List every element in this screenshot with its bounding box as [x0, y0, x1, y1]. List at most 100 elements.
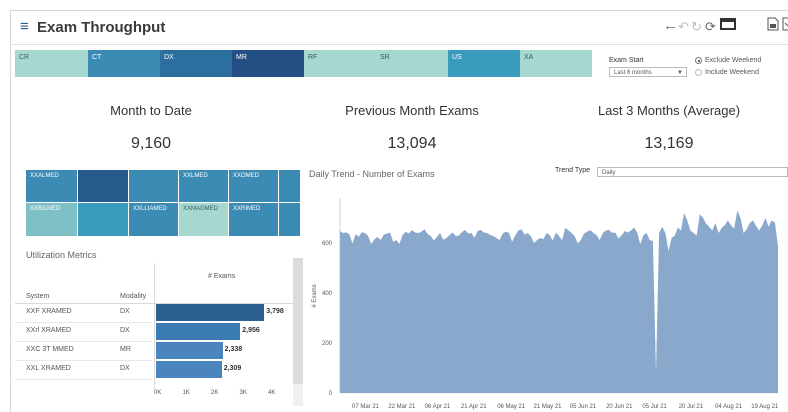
scrollbar-thumb[interactable] — [293, 258, 303, 384]
trend-title: Daily Trend - Number of Exams — [309, 169, 435, 179]
row-separator — [15, 379, 152, 380]
radio-exclude-weekend[interactable]: Exclude Weekend — [695, 57, 761, 64]
undo-icon[interactable]: ↶ — [678, 19, 689, 35]
modality-tile-rf[interactable]: RF — [304, 50, 376, 77]
x-tick-label: 05 Jul 21 — [642, 404, 667, 410]
site-tile-label: XXOMED — [233, 173, 260, 179]
modality-tile-label: CR — [19, 54, 30, 61]
utilization-axis-tick: 2K — [211, 390, 219, 396]
redo-icon[interactable]: ↻ — [691, 19, 702, 35]
utilization-modality-cell: MR — [120, 346, 131, 353]
utilization-bar[interactable] — [156, 361, 222, 378]
kpi-value-previous-month: 13,094 — [387, 135, 437, 152]
site-tile[interactable] — [279, 170, 300, 202]
utilization-bar[interactable] — [156, 304, 265, 321]
utilization-bar-label: 3,798 — [266, 308, 284, 315]
utilization-measure-header: # Exams — [208, 273, 236, 280]
site-tile-label: XXLMED — [183, 173, 208, 179]
x-tick-label: 20 Jun 21 — [606, 404, 633, 410]
modality-tile-label: CT — [92, 54, 102, 61]
y-axis-title: # Exams — [312, 284, 318, 307]
modality-tile-label: DX — [164, 54, 174, 61]
x-tick-label: 21 May 21 — [534, 404, 563, 410]
modality-tile-xa[interactable]: XA — [520, 50, 592, 77]
utilization-modality-cell: DX — [120, 365, 130, 372]
row-separator — [15, 322, 152, 323]
radio-include-weekend[interactable]: Include Weekend — [695, 69, 759, 76]
site-tile-label: XXLLIAMED — [133, 206, 167, 212]
x-tick-label: 05 Jun 21 — [570, 404, 597, 410]
exam-start-select[interactable]: Last 6 months ▼ — [609, 67, 687, 77]
export-image-icon[interactable] — [767, 17, 779, 35]
utilization-title: Utilization Metrics — [26, 250, 97, 260]
modality-tile-label: US — [452, 54, 462, 61]
x-tick-label: 21 Apr 21 — [461, 404, 487, 410]
site-tile-label: XXBILMED — [30, 206, 61, 212]
utilization-axis-tick: 1K — [182, 390, 190, 396]
utilization-axis-tick: 4K — [268, 390, 276, 396]
kpi-title-previous-month: Previous Month Exams — [345, 103, 479, 118]
modality-tile-cr[interactable]: CR — [15, 50, 88, 77]
back-arrow-icon[interactable]: ← — [663, 18, 678, 34]
row-separator — [15, 341, 152, 342]
utilization-system-cell: XXrl XRAMED — [26, 327, 72, 334]
utilization-system-cell: XXC 3T MMED — [26, 346, 74, 353]
site-tile[interactable]: XXLMED — [179, 170, 228, 202]
site-tile[interactable] — [78, 170, 128, 202]
site-tile[interactable] — [129, 170, 178, 202]
utilization-bar-label: 2,956 — [242, 327, 260, 334]
utilization-bar[interactable] — [156, 323, 241, 340]
modality-tile-mr[interactable]: MR — [232, 50, 304, 77]
x-tick-label: 07 Mar 21 — [352, 404, 380, 410]
y-tick-label: 0 — [329, 391, 333, 397]
x-tick-label: 20 Jul 21 — [679, 404, 704, 410]
site-tile[interactable]: XXALMED — [26, 170, 77, 202]
site-tile[interactable]: XXOMED — [229, 170, 278, 202]
kpi-title-last-3-months: Last 3 Months (Average) — [597, 103, 741, 118]
trend-type-value: Daily — [602, 170, 616, 176]
utilization-modality-cell: DX — [120, 308, 130, 315]
utilization-divider — [154, 263, 155, 389]
trend-type-label: Trend Type — [555, 167, 591, 174]
utilization-bar-label: 2,309 — [223, 365, 242, 372]
present-icon[interactable] — [720, 17, 736, 35]
kpi-title-month-to-date: Month to Date — [110, 103, 192, 118]
modality-tile-dx[interactable]: DX — [160, 50, 232, 77]
utilization-system-cell: XXF XRAMED — [26, 308, 72, 315]
daily-exams-area[interactable] — [340, 210, 778, 394]
utilization-axis-tick: 3K — [239, 390, 247, 396]
utilization-axis-tick: 0K — [154, 390, 162, 396]
site-tile[interactable] — [78, 203, 128, 236]
y-tick-label: 600 — [322, 241, 333, 247]
site-tile[interactable]: XXLLIAMED — [129, 203, 178, 236]
refresh-icon[interactable]: ⟳ — [705, 19, 716, 35]
daily-trend-chart: 0 200 400 600 # Exams 07 Mar 21 22 Mar 21 06 Ap… — [312, 198, 779, 410]
site-tile-label: XXALMED — [30, 173, 59, 179]
site-tile-label: XXRIMED — [233, 206, 261, 212]
page-title: Exam Throughput — [37, 19, 166, 36]
hamburger-icon[interactable]: ≡ — [20, 19, 29, 35]
site-tile[interactable]: XXRIMED — [229, 203, 278, 236]
radio-selected-icon — [695, 57, 702, 64]
trend-type-select[interactable]: Daily — [597, 167, 788, 177]
modality-tile-label: MR — [236, 54, 247, 61]
row-separator — [15, 360, 152, 361]
modality-tile-us[interactable]: US — [448, 50, 520, 77]
modality-tile-label: XA — [524, 54, 534, 61]
site-tile[interactable]: XXBILMED — [26, 203, 77, 236]
utilization-bar-label: 2,338 — [224, 346, 243, 353]
utilization-bar[interactable] — [156, 342, 223, 359]
site-tile[interactable]: XXMAGMED — [179, 203, 228, 236]
export-pdf-icon[interactable] — [782, 17, 788, 35]
column-header-system: System — [26, 293, 50, 300]
modality-tile-ct[interactable]: CT — [88, 50, 160, 77]
radio-unselected-icon — [695, 69, 702, 76]
site-tile[interactable] — [279, 203, 300, 236]
modality-tile-sr[interactable]: SR — [376, 50, 448, 77]
exam-start-value: Last 6 months — [614, 70, 652, 76]
y-tick-label: 200 — [322, 341, 333, 347]
title-bar: ≡ Exam Throughput ← ↶ ↻ ⟳ — [11, 11, 788, 45]
modality-tile-label: SR — [380, 54, 390, 61]
kpi-value-last-3-months: 13,169 — [644, 135, 694, 152]
radio-label: Exclude Weekend — [705, 57, 762, 64]
